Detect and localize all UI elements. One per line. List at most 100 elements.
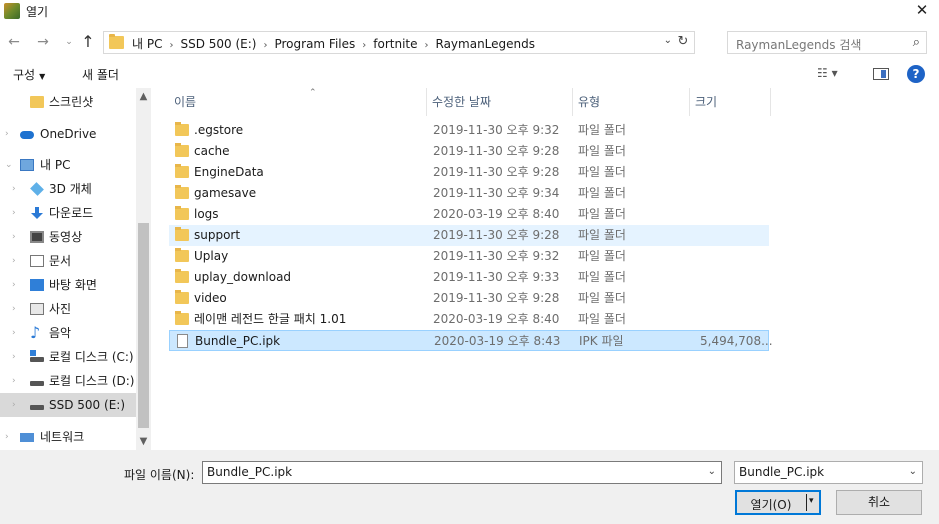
view-options-icon[interactable]: ☷ ▾ — [817, 66, 838, 80]
filetype-select[interactable]: Bundle_PC.ipk ⌄ — [734, 461, 923, 484]
file-row[interactable]: .egstore 2019-11-30 오후 9:32 파일 폴더 — [169, 120, 769, 141]
file-row[interactable]: gamesave 2019-11-30 오후 9:34 파일 폴더 — [169, 183, 769, 204]
file-date: 2019-11-30 오후 9:28 — [433, 291, 560, 305]
file-name: uplay_download — [194, 270, 292, 284]
breadcrumb-item[interactable]: fortnite — [371, 37, 419, 51]
chevron-right-icon[interactable]: › — [12, 201, 16, 225]
chevron-down-icon[interactable]: ⌄ — [5, 153, 13, 177]
chevron-right-icon[interactable]: › — [357, 40, 371, 51]
open-options-caret-icon[interactable]: ▾ — [809, 496, 814, 506]
file-date: 2019-11-30 오후 9:33 — [433, 270, 560, 284]
cloud-icon — [20, 131, 34, 139]
file-date: 2020-03-19 오후 8:43 — [434, 334, 561, 348]
chevron-right-icon[interactable]: › — [12, 273, 16, 297]
file-size: 5,494,708... — [700, 334, 773, 348]
up-arrow-icon[interactable]: ↑ — [79, 33, 97, 51]
chevron-right-icon[interactable]: › — [12, 177, 16, 201]
chevron-right-icon[interactable]: › — [5, 122, 9, 146]
sidebar-item-pictures[interactable]: › 사진 — [0, 297, 136, 321]
open-button[interactable]: 열기(O) ▾ — [735, 490, 821, 515]
download-icon — [30, 207, 44, 219]
video-icon — [30, 231, 44, 243]
sidebar-item-onedrive[interactable]: › OneDrive — [0, 122, 136, 146]
sidebar-item-local-disk-c[interactable]: › 로컬 디스크 (C:) — [0, 345, 136, 369]
file-type: 파일 폴더 — [578, 186, 626, 200]
chevron-right-icon[interactable]: › — [12, 393, 16, 417]
sidebar-item-videos[interactable]: › 동영상 — [0, 225, 136, 249]
file-row[interactable]: uplay_download 2019-11-30 오후 9:33 파일 폴더 — [169, 267, 769, 288]
chevron-down-icon[interactable]: ⌄ — [708, 466, 716, 477]
chevron-right-icon[interactable]: › — [12, 297, 16, 321]
breadcrumb: 내 PC › SSD 500 (E:) › Program Files › fortnite… — [130, 35, 537, 52]
address-dropdown-icon[interactable]: ⌄ — [664, 35, 672, 46]
chevron-right-icon[interactable]: › — [258, 40, 272, 51]
filename-field[interactable]: Bundle_PC.ipk ⌄ — [202, 461, 722, 484]
file-icon — [177, 334, 188, 348]
breadcrumb-item[interactable]: RaymanLegends — [434, 37, 538, 51]
sidebar-item-ssd-500[interactable]: › SSD 500 (E:) — [0, 393, 136, 417]
chevron-down-icon[interactable]: ⌄ — [909, 466, 917, 477]
chevron-right-icon[interactable]: › — [12, 225, 16, 249]
scrollbar-thumb[interactable] — [138, 223, 149, 428]
breadcrumb-item[interactable]: Program Files — [272, 37, 357, 51]
chevron-right-icon[interactable]: › — [164, 40, 178, 51]
file-row[interactable]: video 2019-11-30 오후 9:28 파일 폴더 — [169, 288, 769, 309]
refresh-icon[interactable]: ↻ — [675, 34, 691, 50]
new-folder-button[interactable]: 새 폴더 — [82, 66, 119, 83]
file-name: support — [194, 228, 241, 242]
sidebar-item-local-disk-d[interactable]: › 로컬 디스크 (D:) — [0, 369, 136, 393]
sidebar-item-desktop[interactable]: › 바탕 화면 — [0, 273, 136, 297]
sidebar-item-label: 문서 — [49, 254, 72, 268]
sidebar-item-documents[interactable]: › 문서 — [0, 249, 136, 273]
sidebar-item-downloads[interactable]: › 다운로드 — [0, 201, 136, 225]
search-input[interactable]: RaymanLegends 검색 ⌕ — [727, 31, 927, 54]
sidebar-item-network[interactable]: › 네트워크 — [0, 425, 136, 449]
column-header-type[interactable]: 유형 — [573, 88, 690, 116]
scroll-down-icon[interactable]: ▼ — [136, 436, 151, 447]
sidebar-item-3d-objects[interactable]: › 3D 개체 — [0, 177, 136, 201]
scroll-up-icon[interactable]: ▲ — [136, 91, 151, 102]
filename-label: 파일 이름(N): — [124, 468, 195, 482]
file-row[interactable]: 레이맨 레전드 한글 패치 1.01 2020-03-19 오후 8:40 파일… — [169, 309, 769, 330]
chevron-right-icon[interactable]: › — [5, 425, 9, 449]
chevron-right-icon[interactable]: › — [12, 369, 16, 393]
file-row[interactable]: support 2019-11-30 오후 9:28 파일 폴더 — [169, 225, 769, 246]
chevron-right-icon[interactable]: › — [12, 321, 16, 345]
breadcrumb-item[interactable]: SSD 500 (E:) — [178, 37, 258, 51]
back-arrow-icon[interactable]: ← — [5, 33, 23, 51]
file-row[interactable]: Bundle_PC.ipk 2020-03-19 오후 8:43 IPK 파일 … — [169, 330, 773, 351]
sidebar-item-label: 네트워크 — [40, 430, 85, 444]
chevron-right-icon[interactable]: › — [12, 345, 16, 369]
organize-button[interactable]: 구성 ▼ — [13, 66, 45, 83]
window-title: 열기 — [26, 5, 49, 19]
file-row[interactable]: cache 2019-11-30 오후 9:28 파일 폴더 — [169, 141, 769, 162]
file-date: 2020-03-19 오후 8:40 — [433, 312, 560, 326]
column-header-name[interactable]: 이름 ⌃ — [169, 88, 427, 116]
help-icon[interactable]: ? — [907, 65, 925, 83]
folder-icon — [175, 206, 189, 220]
close-icon[interactable]: ✕ — [911, 0, 933, 20]
address-bar[interactable]: 내 PC › SSD 500 (E:) › Program Files › fortnite… — [103, 31, 695, 54]
file-row[interactable]: logs 2020-03-19 오후 8:40 파일 폴더 — [169, 204, 769, 225]
sidebar-item-music[interactable]: › ♪ 음악 — [0, 321, 136, 345]
open-button-label: 열기(O) — [750, 498, 792, 512]
preview-pane-icon[interactable] — [873, 68, 889, 80]
forward-arrow-icon[interactable]: → — [34, 33, 52, 51]
chevron-right-icon[interactable]: › — [12, 249, 16, 273]
chevron-right-icon[interactable]: › — [420, 40, 434, 51]
folder-icon — [175, 290, 189, 304]
file-row[interactable]: Uplay 2019-11-30 오후 9:32 파일 폴더 — [169, 246, 769, 267]
column-header-size[interactable]: 크기 — [690, 88, 771, 116]
sidebar-scrollbar[interactable]: ▲ ▼ — [136, 88, 151, 450]
column-header-date[interactable]: 수정한 날짜 — [427, 88, 573, 116]
sidebar-item-screenshots[interactable]: 스크린샷 — [0, 90, 136, 114]
file-row[interactable]: EngineData 2019-11-30 오후 9:28 파일 폴더 — [169, 162, 769, 183]
breadcrumb-item[interactable]: 내 PC — [130, 35, 164, 52]
sidebar-item-this-pc[interactable]: ⌄ 내 PC — [0, 153, 136, 177]
sidebar-item-label: 다운로드 — [49, 206, 94, 220]
search-icon[interactable]: ⌕ — [913, 35, 920, 50]
cancel-button[interactable]: 취소 — [836, 490, 922, 515]
recent-locations-chevron-icon[interactable]: ⌄ — [60, 33, 78, 51]
folder-icon — [175, 185, 189, 199]
search-placeholder: RaymanLegends 검색 — [736, 38, 862, 52]
